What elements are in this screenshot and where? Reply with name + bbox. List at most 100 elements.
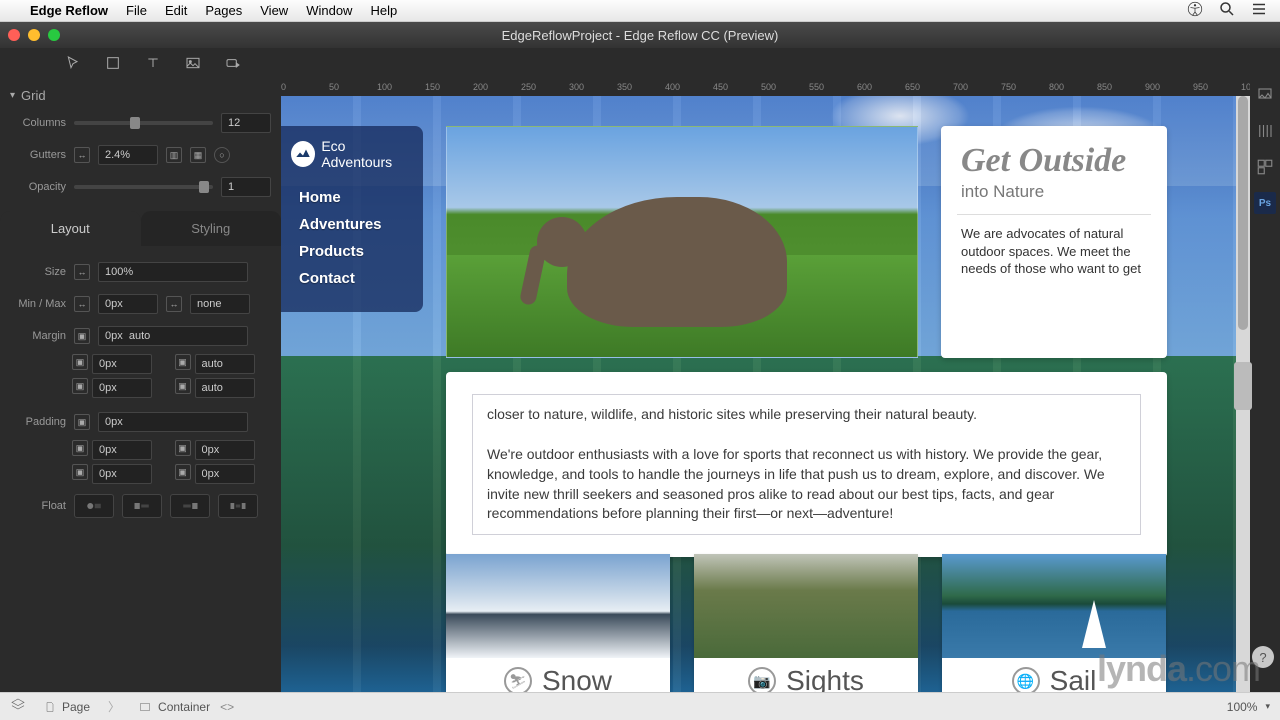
body-text[interactable]: closer to nature, wildlife, and historic… (472, 394, 1141, 535)
max-input[interactable] (190, 294, 250, 314)
max-link-icon[interactable]: ↔ (166, 296, 182, 312)
menu-file[interactable]: File (126, 3, 147, 18)
breadcrumb-container[interactable]: Container <> (130, 698, 242, 716)
float-both-button[interactable] (218, 494, 258, 518)
canvas-area: 0501001502002503003504004505005506006507… (281, 78, 1250, 692)
zoom-value[interactable]: 100% (1227, 700, 1258, 714)
padding-br-link-icon[interactable]: ▣ (175, 464, 191, 480)
headline-card[interactable]: Get Outside into Nature We are advocates… (941, 126, 1167, 358)
size-link-icon[interactable]: ↔ (74, 264, 90, 280)
spotlight-icon[interactable] (1218, 0, 1236, 21)
scroll-thumb[interactable] (1238, 96, 1248, 330)
padding-bl-link-icon[interactable]: ▣ (72, 464, 88, 480)
gutter-mode-b-icon[interactable]: ▦ (190, 147, 206, 163)
help-button[interactable]: ? (1252, 646, 1274, 668)
body-card[interactable]: closer to nature, wildlife, and historic… (446, 372, 1167, 557)
gutter-mode-a-icon[interactable]: ▥ (166, 147, 182, 163)
padding-right-link-icon[interactable]: ▣ (175, 440, 191, 456)
size-input[interactable] (98, 262, 248, 282)
float-none-button[interactable] (74, 494, 114, 518)
horizontal-ruler[interactable]: 0501001502002503003504004505005506006507… (281, 78, 1250, 96)
padding-left-input[interactable] (92, 440, 152, 460)
padding-bl-input[interactable] (92, 464, 152, 484)
menu-view[interactable]: View (260, 3, 288, 18)
margin-right-input[interactable] (195, 354, 255, 374)
hero-image[interactable] (446, 126, 918, 358)
layers-icon[interactable] (10, 697, 26, 716)
styling-tab[interactable]: Styling (141, 211, 282, 246)
window-titlebar: EdgeReflowProject - Edge Reflow CC (Prev… (0, 22, 1280, 48)
columns-label: Columns (10, 117, 66, 129)
margin-top-link-icon[interactable]: ▣ (74, 328, 90, 344)
margin-right-link-icon[interactable]: ▣ (175, 354, 191, 370)
breakpoint-handle[interactable] (1234, 362, 1252, 410)
margin-left-input[interactable] (92, 354, 152, 374)
margin-top-input[interactable] (98, 326, 248, 346)
nav-products[interactable]: Products (291, 238, 413, 265)
selection-tool[interactable] (60, 52, 86, 74)
toolbar: Default + (0, 48, 1280, 78)
padding-top-input[interactable] (98, 412, 248, 432)
gutters-input[interactable] (98, 145, 158, 165)
app-menu[interactable]: Edge Reflow (30, 3, 108, 18)
design-canvas[interactable]: Eco Adventours Home Adventures Products … (281, 96, 1250, 692)
mac-menubar: Edge Reflow File Edit Pages View Window … (0, 0, 1280, 22)
nav-contact[interactable]: Contact (291, 265, 413, 292)
gutters-link-icon[interactable]: ↔ (74, 147, 90, 163)
tiles-row: ⛷Snow 📷Sights 🌐Sail (446, 554, 1166, 692)
padding-br-input[interactable] (195, 464, 255, 484)
chevron-icon: 〉 (108, 698, 120, 715)
text-tool[interactable] (140, 52, 166, 74)
margin-bl-input[interactable] (92, 378, 152, 398)
padding-right-input[interactable] (195, 440, 255, 460)
library-panel-icon[interactable] (1254, 120, 1276, 142)
dom-panel-icon[interactable] (1254, 156, 1276, 178)
photoshop-panel-icon[interactable]: Ps (1254, 192, 1276, 214)
menu-edit[interactable]: Edit (165, 3, 187, 18)
box-tool[interactable] (100, 52, 126, 74)
assets-panel-icon[interactable] (1254, 84, 1276, 106)
breadcrumb-page[interactable]: Page (36, 698, 98, 716)
menu-help[interactable]: Help (370, 3, 397, 18)
margin-left-link-icon[interactable]: ▣ (72, 354, 88, 370)
float-right-button[interactable] (170, 494, 210, 518)
columns-slider[interactable] (74, 121, 213, 125)
site-nav-panel[interactable]: Eco Adventours Home Adventures Products … (281, 126, 423, 312)
hiker-icon: ⛷ (504, 667, 532, 692)
min-input[interactable] (98, 294, 158, 314)
margin-br-input[interactable] (195, 378, 255, 398)
opacity-slider[interactable]: .slider[style*="90"]::after{left:90%} (74, 185, 213, 189)
tile-sail[interactable]: 🌐Sail (942, 554, 1166, 692)
tile-sights-label: Sights (786, 665, 864, 692)
layout-tab[interactable]: Layout (0, 211, 141, 246)
gutter-mode-c-icon[interactable]: ○ (214, 147, 230, 163)
padding-top-link-icon[interactable]: ▣ (74, 414, 90, 430)
menu-pages[interactable]: Pages (205, 3, 242, 18)
menu-list-icon[interactable] (1250, 0, 1268, 21)
accessibility-icon[interactable] (1186, 0, 1204, 21)
gutters-label: Gutters (10, 149, 66, 161)
window-title: EdgeReflowProject - Edge Reflow CC (Prev… (0, 28, 1280, 43)
padding-left-link-icon[interactable]: ▣ (72, 440, 88, 456)
vertical-scrollbar[interactable] (1236, 96, 1250, 692)
intro-text: We are advocates of natural outdoor spac… (961, 225, 1147, 278)
tile-sights[interactable]: 📷Sights (694, 554, 918, 692)
menu-window[interactable]: Window (306, 3, 352, 18)
grid-section-header[interactable]: Grid (0, 84, 281, 107)
nav-home[interactable]: Home (291, 184, 413, 211)
tile-snow[interactable]: ⛷Snow (446, 554, 670, 692)
margin-br-link-icon[interactable]: ▣ (175, 378, 191, 394)
image-tool[interactable] (180, 52, 206, 74)
padding-label: Padding (10, 416, 66, 428)
nav-adventures[interactable]: Adventures (291, 211, 413, 238)
form-tool[interactable] (220, 52, 246, 74)
zoom-dropdown-icon[interactable]: ▾ (1265, 701, 1270, 712)
elephant-graphic (567, 197, 787, 327)
min-link-icon[interactable]: ↔ (74, 296, 90, 312)
columns-input[interactable] (221, 113, 271, 133)
margin-bl-link-icon[interactable]: ▣ (72, 378, 88, 394)
opacity-input[interactable] (221, 177, 271, 197)
float-left-button[interactable] (122, 494, 162, 518)
opacity-label: Opacity (10, 181, 66, 193)
tile-snow-image (446, 554, 670, 658)
